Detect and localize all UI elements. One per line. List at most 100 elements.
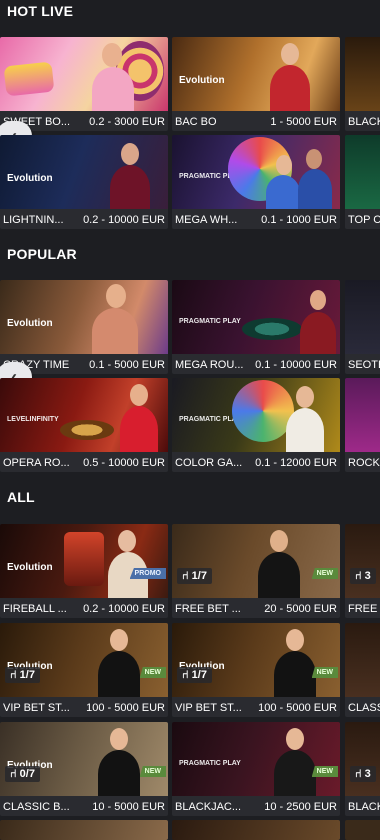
seat-count: ⑁ 3 (350, 766, 376, 782)
game-thumbnail: PRAGMATIC PLAY (172, 135, 340, 211)
bet-limits: 0.2 - 10000 EUR (80, 214, 165, 226)
game-thumbnail: Evolution (172, 37, 340, 113)
game-name: MEGA WH... (175, 214, 238, 226)
bet-limits: 10 - 5000 EUR (89, 801, 165, 813)
game-card-bac-bo[interactable]: Evolution BAC BO 1 - 5000 EUR (172, 37, 340, 131)
game-name: FREE I (348, 603, 380, 615)
game-thumbnail: Evolution (0, 135, 168, 211)
new-badge: NEW (311, 766, 338, 777)
bet-limits: 0.1 - 5000 EUR (86, 359, 165, 371)
game-name: OPERA RO... (3, 457, 70, 469)
game-card-seote[interactable]: SEOTE (345, 280, 380, 374)
game-card-fireball[interactable]: Evolution PROMO FIREBALL ... 0.2 - 10000… (0, 524, 168, 618)
game-card-classic-blackjack[interactable]: Evolution ⑁ 0/7 NEW CLASSIC B... 10 - 50… (0, 722, 168, 816)
dealer-figure (270, 65, 310, 113)
bet-limits: 0.1 - 12000 EUR (252, 457, 337, 469)
game-card-free-bet[interactable]: ⑁ 1/7 NEW FREE BET ... 20 - 5000 EUR (172, 524, 340, 618)
game-card-free-i[interactable]: ⑁ 3 FREE I (345, 524, 380, 618)
dealer-figure (298, 169, 332, 211)
game-card-vip-bet-stars-1[interactable]: Evolution ⑁ 1/7 NEW VIP BET ST... 100 - … (0, 623, 168, 717)
dealer-figure (258, 552, 300, 600)
provider-logo: LEVELINFINITY (7, 416, 59, 423)
bet-limits: 0.2 - 10000 EUR (80, 603, 165, 615)
popular-row-2: LEVELINFINITY OPERA RO... 0.5 - 10000 EU… (0, 378, 380, 472)
seat-count: ⑁ 3 (350, 568, 376, 584)
game-card-top-card[interactable]: TOP C (345, 135, 380, 229)
game-thumbnail: Evolution (0, 623, 168, 699)
game-card-partial[interactable] (0, 820, 168, 840)
game-thumbnail (345, 378, 380, 454)
new-badge: NEW (311, 568, 338, 579)
bet-limits: 0.1 - 10000 EUR (252, 359, 337, 371)
game-thumbnail: LEVELINFINITY (0, 378, 168, 454)
seat-count: ⑁ 1/7 (5, 667, 40, 683)
seat-icon: ⑁ (182, 570, 192, 582)
game-card-sweet-bonanza[interactable]: SWEET BO... 0.2 - 3000 EUR (0, 37, 168, 131)
game-thumbnail: PRAGMATIC PLAY (172, 280, 340, 356)
game-card-blackjack[interactable]: PRAGMATIC PLAY NEW BLACKJAC... 10 - 2500… (172, 722, 340, 816)
game-logo (64, 532, 104, 586)
dealer-figure (300, 312, 336, 356)
game-card-partial[interactable] (172, 820, 340, 840)
game-thumbnail: PRAGMATIC PLAY (172, 378, 340, 454)
dealer-figure (110, 165, 150, 211)
dealer-figure (92, 67, 134, 113)
popular-row-1: Evolution CRAZY TIME 0.1 - 5000 EUR PRAG… (0, 280, 380, 392)
wheel-icon (232, 380, 294, 442)
game-logo (3, 61, 55, 97)
game-name: BLACK (348, 116, 380, 128)
provider-logo: Evolution (7, 562, 53, 573)
new-badge: NEW (139, 667, 166, 678)
game-card-color-game[interactable]: PRAGMATIC PLAY COLOR GA... 0.1 - 12000 E… (172, 378, 340, 472)
dealer-figure (266, 175, 300, 211)
game-name: FREE BET ... (175, 603, 241, 615)
new-badge: NEW (311, 667, 338, 678)
game-name: FIREBALL ... (3, 603, 67, 615)
game-card-lightning[interactable]: Evolution LIGHTNIN... 0.2 - 10000 EUR (0, 135, 168, 229)
game-name: BLACKJAC... (175, 801, 242, 813)
bet-limits: 10 - 2500 EUR (261, 801, 337, 813)
game-thumbnail (345, 280, 380, 356)
game-card-opera-roulette[interactable]: LEVELINFINITY OPERA RO... 0.5 - 10000 EU… (0, 378, 168, 472)
dealer-figure (92, 308, 138, 356)
seat-count: ⑁ 1/7 (177, 568, 212, 584)
game-card-partial[interactable] (345, 820, 380, 840)
game-thumbnail (345, 623, 380, 699)
game-name: CLASS (348, 702, 380, 714)
dealer-figure (286, 408, 324, 454)
game-name: ROCK (348, 457, 380, 469)
seat-count: ⑁ 1/7 (177, 667, 212, 683)
game-thumbnail: Evolution (0, 280, 168, 356)
promo-badge: PROMO (129, 568, 166, 579)
game-thumbnail (345, 135, 380, 211)
seat-icon: ⑁ (10, 669, 20, 681)
dealer-figure (98, 651, 140, 699)
game-card-rock[interactable]: ROCK (345, 378, 380, 472)
all-row-1: Evolution PROMO FIREBALL ... 0.2 - 10000… (0, 524, 380, 618)
game-name: BLACK (348, 801, 380, 813)
bet-limits: 1 - 5000 EUR (267, 116, 337, 128)
dealer-figure (274, 750, 316, 798)
game-name: CLASSIC B... (3, 801, 70, 813)
game-thumbnail (172, 524, 340, 600)
bet-limits: 100 - 5000 EUR (255, 702, 337, 714)
game-card-black-partial[interactable]: ⑁ 3 BLACK (345, 722, 380, 816)
game-card-crazy-time[interactable]: Evolution CRAZY TIME 0.1 - 5000 EUR (0, 280, 168, 374)
hot-live-row-1: SWEET BO... 0.2 - 3000 EUR Evolution BAC… (0, 37, 380, 151)
section-title-hot-live: HOT LIVE (7, 3, 74, 19)
seat-count: ⑁ 0/7 (5, 766, 40, 782)
game-card-mega-wheel[interactable]: PRAGMATIC PLAY MEGA WH... 0.1 - 1000 EUR (172, 135, 340, 229)
dealer-figure (120, 406, 158, 454)
provider-logo: PRAGMATIC PLAY (179, 760, 241, 767)
game-card-black[interactable]: BLACK (345, 37, 380, 131)
bet-limits: 0.1 - 1000 EUR (258, 214, 337, 226)
game-card-class[interactable]: CLASS (345, 623, 380, 717)
dealer-figure (98, 750, 140, 798)
game-card-mega-roulette[interactable]: PRAGMATIC PLAY MEGA ROU... 0.1 - 10000 E… (172, 280, 340, 374)
new-badge: NEW (139, 766, 166, 777)
seat-icon: ⑁ (355, 768, 365, 780)
bet-limits: 100 - 5000 EUR (83, 702, 165, 714)
game-thumbnail (0, 37, 168, 113)
game-card-vip-bet-stars-2[interactable]: Evolution ⑁ 1/7 NEW VIP BET ST... 100 - … (172, 623, 340, 717)
bet-limits: 20 - 5000 EUR (261, 603, 337, 615)
